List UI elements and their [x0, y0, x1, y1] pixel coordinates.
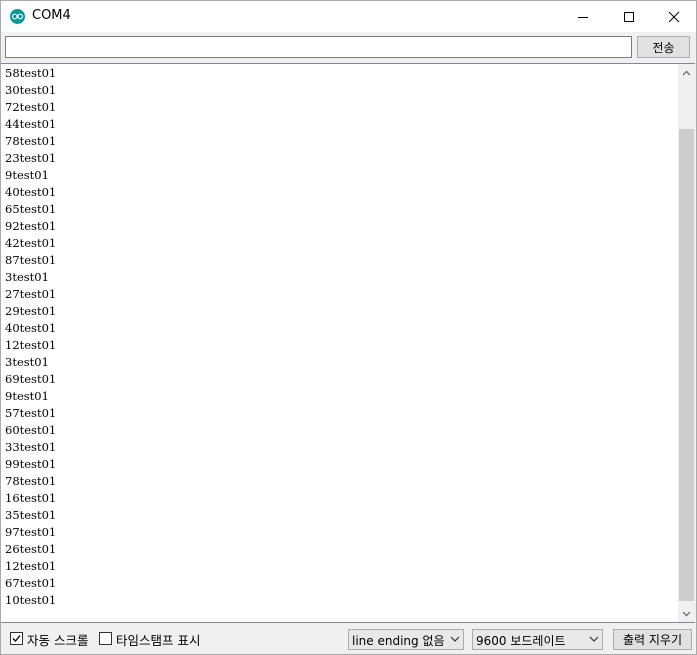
baud-rate-select[interactable]: 9600 보드레이트: [472, 629, 603, 650]
chevron-down-icon: [450, 636, 460, 642]
output-line: 3test01: [5, 355, 49, 369]
output-line: 99test01: [5, 457, 57, 471]
output-line: 67test01: [5, 576, 57, 590]
scroll-up-button[interactable]: [678, 64, 695, 81]
output-line: 9test01: [5, 389, 49, 403]
clear-output-button[interactable]: 출력 지우기: [613, 629, 692, 650]
output-line: 35test01: [5, 508, 57, 522]
maximize-icon: [624, 11, 634, 22]
output-line: 27test01: [5, 287, 57, 301]
title-bar: COM4: [1, 1, 696, 32]
output-line: 42test01: [5, 236, 57, 250]
window-title: COM4: [32, 8, 71, 23]
timestamp-checkbox[interactable]: [99, 632, 112, 645]
output-line: 23test01: [5, 151, 57, 165]
output-line: 12test01: [5, 338, 57, 352]
send-input[interactable]: [5, 36, 632, 58]
maximize-button[interactable]: [606, 1, 652, 32]
line-ending-select[interactable]: line ending 없음: [348, 629, 464, 650]
output-line: 3test01: [5, 270, 49, 284]
output-line: 30test01: [5, 83, 57, 97]
output-line: 16test01: [5, 491, 57, 505]
close-button[interactable]: [651, 1, 697, 32]
status-bar: 자동 스크롤 타임스탬프 표시 line ending 없음 9600 보드레이…: [1, 625, 696, 654]
output-line: 29test01: [5, 304, 57, 318]
output-line: 69test01: [5, 372, 57, 386]
scroll-down-button[interactable]: [678, 605, 695, 622]
chevron-down-icon: [589, 636, 599, 642]
close-icon: [668, 11, 680, 22]
serial-output[interactable]: 58test01 30test01 72test01 44test01 78test01…: [1, 63, 695, 623]
output-line: 40test01: [5, 321, 57, 335]
autoscroll-label: 자동 스크롤: [27, 633, 89, 648]
line-ending-value: line ending 없음: [352, 634, 445, 648]
output-line: 58test01: [5, 66, 57, 80]
output-line: 10test01: [5, 593, 57, 607]
chevron-down-icon: [682, 611, 691, 616]
output-line: 60test01: [5, 423, 57, 437]
output-line: 26test01: [5, 542, 57, 556]
chevron-up-icon: [682, 70, 691, 75]
serial-monitor-window: COM4 전송 58test01 30test01 72test01 44test01…: [0, 0, 697, 655]
minimize-icon: [578, 16, 588, 18]
output-line: 72test01: [5, 100, 57, 114]
output-line: 78test01: [5, 134, 57, 148]
output-lines: 58test01 30test01 72test01 44test01 78test01…: [5, 65, 675, 621]
output-line: 65test01: [5, 202, 57, 216]
output-line: 57test01: [5, 406, 57, 420]
output-line: 9test01: [5, 168, 49, 182]
scroll-thumb[interactable]: [679, 129, 694, 601]
send-button[interactable]: 전송: [637, 36, 690, 58]
checkmark-icon: [12, 635, 21, 642]
autoscroll-checkbox[interactable]: [10, 632, 23, 645]
output-line: 12test01: [5, 559, 57, 573]
vertical-scrollbar[interactable]: [678, 64, 695, 622]
output-line: 87test01: [5, 253, 57, 267]
arduino-logo-icon: [10, 9, 25, 24]
timestamp-label: 타임스탬프 표시: [116, 633, 201, 648]
output-line: 92test01: [5, 219, 57, 233]
output-line: 44test01: [5, 117, 57, 131]
output-line: 97test01: [5, 525, 57, 539]
minimize-button[interactable]: [560, 1, 606, 32]
output-line: 33test01: [5, 440, 57, 454]
baud-rate-value: 9600 보드레이트: [476, 634, 566, 648]
output-line: 78test01: [5, 474, 57, 488]
output-line: 40test01: [5, 185, 57, 199]
